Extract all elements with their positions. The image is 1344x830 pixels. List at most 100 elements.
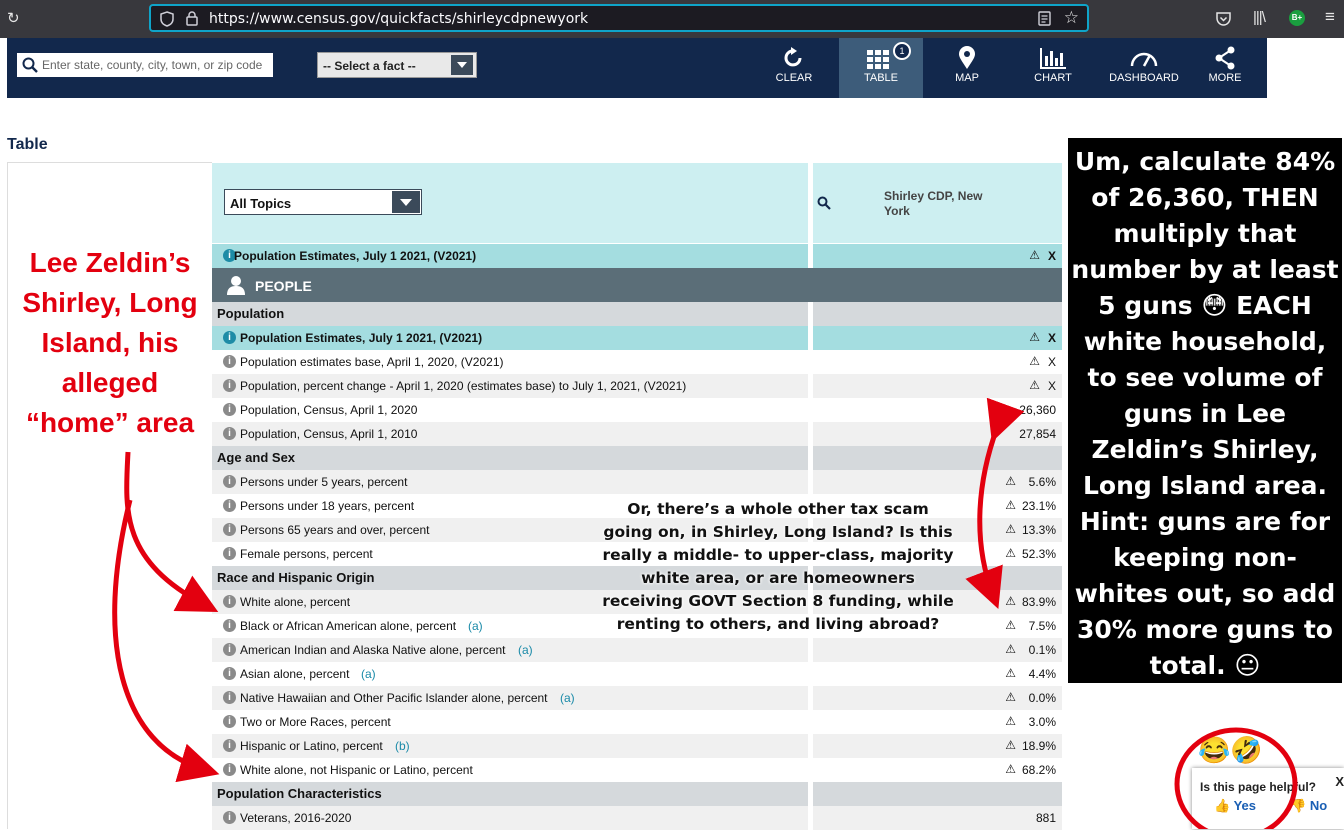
extension-badge[interactable]: B+ <box>1289 10 1305 26</box>
info-icon[interactable]: i <box>223 499 236 512</box>
warning-icon[interactable]: ⚠ <box>1005 762 1016 776</box>
row-label: Population, Census, April 1, 2010 <box>240 427 418 441</box>
table-label: TABLE <box>863 72 899 84</box>
info-icon[interactable]: i <box>223 691 236 704</box>
section-header-row: Age and Sex <box>212 446 1062 470</box>
menu-icon[interactable]: ≡ <box>1325 8 1335 25</box>
arrow-to-white-alone <box>124 451 219 613</box>
lock-icon[interactable] <box>186 11 198 26</box>
topics-select[interactable]: All Topics <box>224 189 422 215</box>
table-row: i Asian alone, percent (a) 4.4% ⚠ <box>212 662 1062 686</box>
right-annotation-box: Um, calculate 84% of 26,360, THEN multip… <box>1068 138 1342 683</box>
warning-icon[interactable]: ⚠ <box>1005 594 1016 608</box>
footnote-link[interactable]: (b) <box>395 739 410 753</box>
warning-icon[interactable]: ⚠ <box>1005 714 1016 728</box>
chart-label: CHART <box>1034 72 1072 84</box>
row-label: Persons under 18 years, percent <box>240 499 415 513</box>
info-icon[interactable]: i <box>223 643 236 656</box>
annotation-circle <box>1174 727 1298 829</box>
topics-select-label: All Topics <box>230 196 292 211</box>
column-header-cell: Shirley CDP, New York <box>813 163 1062 243</box>
search-icon[interactable] <box>817 196 831 210</box>
table-section-title: Table <box>7 136 48 153</box>
info-icon[interactable]: i <box>223 739 236 752</box>
pocket-icon[interactable] <box>1215 11 1232 27</box>
info-icon[interactable]: i <box>223 331 236 344</box>
info-icon[interactable]: i <box>223 355 236 368</box>
row-label: Asian alone, percent <box>240 667 350 681</box>
table-count-badge: 1 <box>893 42 911 60</box>
info-icon[interactable]: i <box>223 763 236 776</box>
row-label: White alone, percent <box>240 595 351 609</box>
table-button[interactable]: 1 TABLE <box>839 38 923 98</box>
shield-icon[interactable] <box>160 11 174 27</box>
table-row: i Veterans, 2016-2020 881 <box>212 806 1062 830</box>
footnote-link[interactable]: (a) <box>518 643 533 657</box>
person-icon <box>227 276 245 295</box>
reader-view-icon[interactable] <box>1038 11 1051 26</box>
row-label: Black or African American alone, percent <box>240 619 457 633</box>
warning-icon[interactable]: ⚠ <box>1029 248 1040 262</box>
bar-chart-icon <box>1040 48 1066 69</box>
fact-select[interactable]: -- Select a fact -- <box>317 52 477 78</box>
warning-icon[interactable]: ⚠ <box>1005 738 1016 752</box>
footnote-link[interactable]: (a) <box>468 619 483 633</box>
warning-icon[interactable]: ⚠ <box>1005 642 1016 656</box>
row-label: Population estimates base, April 1, 2020… <box>240 355 504 369</box>
info-icon[interactable]: i <box>223 715 236 728</box>
search-input[interactable]: Enter state, county, city, town, or zip … <box>17 53 273 77</box>
warning-icon[interactable]: ⚠ <box>1005 618 1016 632</box>
table-row: i Population, Census, April 1, 2010 27,854 <box>212 422 1062 446</box>
info-icon[interactable]: i <box>223 811 236 824</box>
warning-icon[interactable]: ⚠ <box>1029 354 1040 368</box>
info-icon[interactable]: i <box>223 475 236 488</box>
bookmark-star-icon[interactable]: ☆ <box>1064 9 1079 26</box>
table-row: i Population, Census, April 1, 2020 26,360 <box>212 398 1062 422</box>
reload-icon[interactable]: ↻ <box>7 11 20 27</box>
row-label: Hispanic or Latino, percent <box>240 739 383 753</box>
warning-icon[interactable]: ⚠ <box>1029 378 1040 392</box>
clear-button[interactable]: CLEAR <box>752 38 836 98</box>
warning-icon[interactable]: ⚠ <box>1005 546 1016 560</box>
chart-button[interactable]: CHART <box>1011 38 1095 98</box>
warning-icon[interactable]: ⚠ <box>1005 522 1016 536</box>
section-title: Age and Sex <box>217 450 296 465</box>
people-label: PEOPLE <box>255 278 312 294</box>
clear-label: CLEAR <box>775 72 813 84</box>
dashboard-button[interactable]: DASHBOARD <box>1098 38 1190 98</box>
info-icon[interactable]: i <box>223 619 236 632</box>
info-icon[interactable]: i <box>223 595 236 608</box>
section-title: Race and Hispanic Origin <box>217 570 375 585</box>
map-button[interactable]: MAP <box>925 38 1009 98</box>
info-icon[interactable]: i <box>223 523 236 536</box>
more-button[interactable]: MORE <box>1183 38 1267 98</box>
row-label: Persons 65 years and over, percent <box>240 523 430 537</box>
info-icon[interactable]: i <box>223 427 236 440</box>
table-row: i American Indian and Alaska Native alone… <box>212 638 1062 662</box>
chevron-down-icon <box>451 55 473 75</box>
address-bar[interactable]: https://www.census.gov/quickfacts/shirle… <box>149 4 1089 32</box>
row-label: Female persons, percent <box>240 547 373 561</box>
table-row: i Hispanic or Latino, percent (b) 18.9% ⚠ <box>212 734 1062 758</box>
warning-icon[interactable]: ⚠ <box>1005 666 1016 680</box>
info-icon[interactable]: i <box>223 379 236 392</box>
info-icon[interactable]: i <box>223 547 236 560</box>
map-label: MAP <box>955 72 979 84</box>
feedback-close-button[interactable]: X <box>1335 774 1344 789</box>
row-value: 5.6% <box>1028 475 1056 489</box>
warning-icon[interactable]: ⚠ <box>1005 474 1016 488</box>
library-icon[interactable]: |||\ <box>1253 10 1266 26</box>
section-title: Population Characteristics <box>217 786 382 801</box>
row-value: 7.5% <box>1028 619 1056 633</box>
warning-icon[interactable]: ⚠ <box>1029 330 1040 344</box>
warning-icon[interactable]: ⚠ <box>1005 498 1016 512</box>
footnote-link[interactable]: (a) <box>361 667 376 681</box>
info-icon[interactable]: i <box>223 667 236 680</box>
row-value: X <box>1047 355 1056 369</box>
warning-icon[interactable]: ⚠ <box>1005 690 1016 704</box>
info-icon[interactable]: i <box>223 403 236 416</box>
footnote-link[interactable]: (a) <box>560 691 575 705</box>
table-row: i Population estimates base, April 1, 202… <box>212 350 1062 374</box>
row-label: Population Estimates, July 1 2021, (V202… <box>240 331 483 345</box>
left-annotation-text: Lee Zeldin’s Shirley, Long Island, his a… <box>22 247 198 438</box>
